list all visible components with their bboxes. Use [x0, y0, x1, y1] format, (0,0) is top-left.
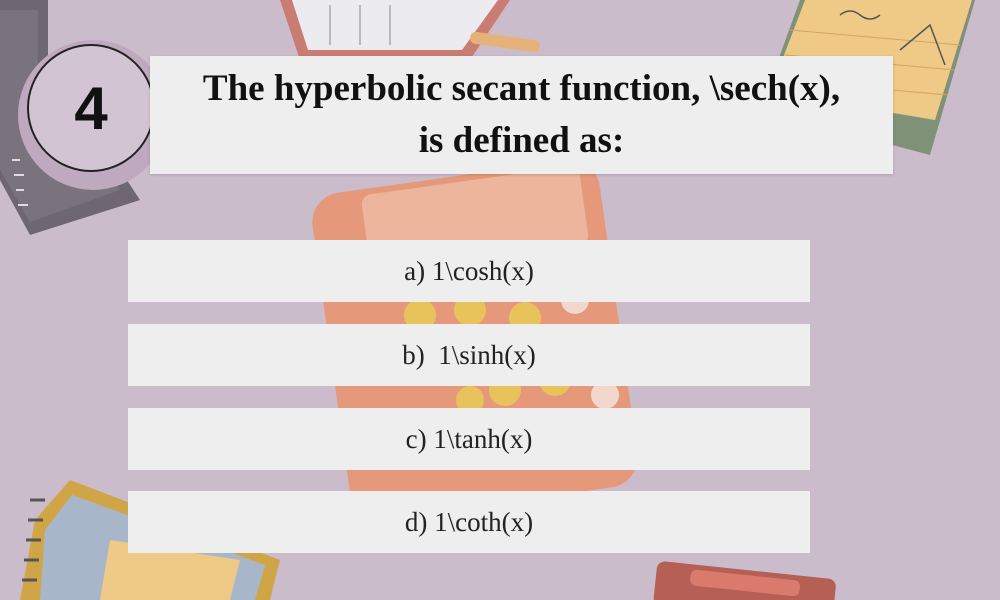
pen-illustration: [470, 31, 540, 53]
marker-illustration: [653, 561, 836, 600]
question-banner: The hyperbolic secant function, \sech(x)…: [150, 56, 893, 174]
question-number: 4: [74, 74, 108, 142]
option-a-label: a) 1\cosh(x): [404, 255, 534, 286]
option-d[interactable]: d) 1\coth(x): [128, 491, 810, 553]
option-b[interactable]: b) 1\sinh(x): [128, 324, 810, 386]
option-a[interactable]: a) 1\cosh(x): [128, 240, 810, 302]
option-b-label: b) 1\sinh(x): [402, 339, 536, 370]
option-c-label: c) 1\tanh(x): [405, 423, 533, 454]
option-d-label: d) 1\coth(x): [404, 506, 534, 537]
option-c[interactable]: c) 1\tanh(x): [128, 408, 810, 470]
question-text: The hyperbolic secant function, \sech(x)…: [202, 68, 841, 161]
question-number-badge: 4: [27, 44, 155, 172]
notebook-illustration-top: [280, 0, 510, 60]
